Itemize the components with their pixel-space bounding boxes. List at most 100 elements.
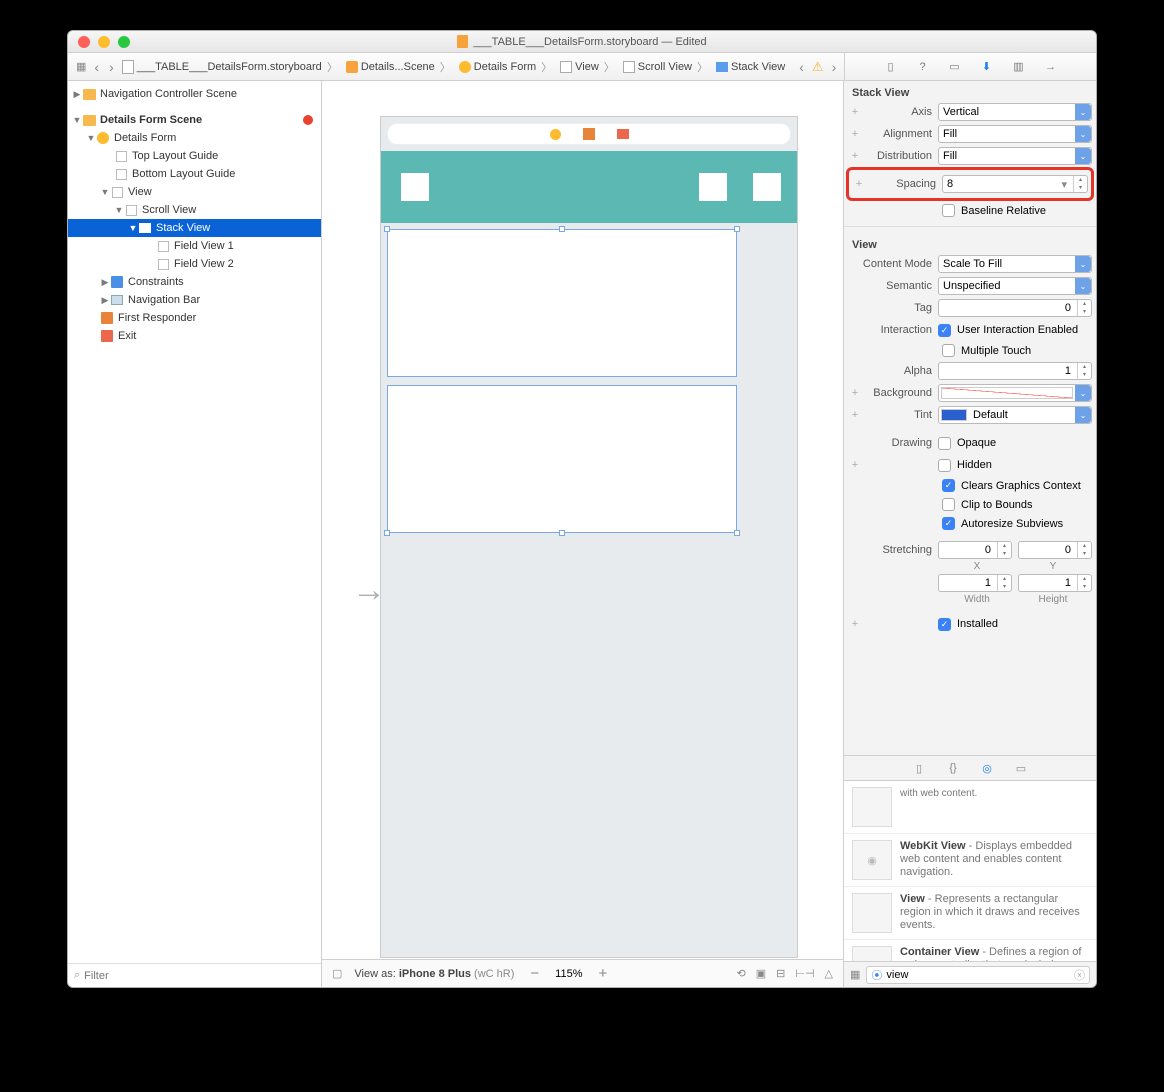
library-search-input[interactable] <box>886 969 1070 981</box>
object-library-list[interactable]: with web content. ◉WebKit View - Display… <box>844 781 1096 961</box>
issue-next[interactable]: › <box>830 59 839 75</box>
error-badge[interactable] <box>303 115 313 125</box>
add-variation[interactable]: + <box>848 106 862 118</box>
viewcontroller-icon[interactable] <box>550 129 561 140</box>
stretch-h-field[interactable]: 1▴▾ <box>1018 574 1092 592</box>
uie-checkbox[interactable]: ✓ <box>938 324 951 337</box>
field-view-1[interactable] <box>387 229 737 377</box>
pin-icon[interactable]: ⊢⊣ <box>795 967 814 980</box>
clears-graphics-checkbox[interactable]: ✓ <box>942 479 955 492</box>
resolve-issues-icon[interactable]: △ <box>825 967 833 980</box>
clear-search-icon[interactable]: ⓧ <box>1074 967 1085 983</box>
baseline-relative-checkbox[interactable] <box>942 204 955 217</box>
row-nav-scene[interactable]: ▶Navigation Controller Scene <box>68 85 321 103</box>
file-template-library-icon[interactable]: ▯ <box>911 760 927 776</box>
add-variation[interactable]: + <box>848 128 862 140</box>
row-constraints[interactable]: ▶Constraints <box>68 273 321 291</box>
identity-inspector-icon[interactable]: ▭ <box>947 59 963 75</box>
device-config-icon[interactable]: ▢ <box>332 967 342 980</box>
distribution-select[interactable]: Fill⌄ <box>938 147 1092 165</box>
size-inspector-icon[interactable]: ▥ <box>1011 59 1027 75</box>
clip-to-bounds-checkbox[interactable] <box>942 498 955 511</box>
segue-arrow-icon[interactable]: → <box>352 571 386 610</box>
background-color-well[interactable]: ⌄ <box>938 384 1092 402</box>
add-variation[interactable]: + <box>848 459 862 471</box>
add-variation[interactable]: + <box>852 178 866 190</box>
exit-icon[interactable] <box>617 129 629 139</box>
spacing-stepper[interactable]: ▴▾ <box>1073 176 1087 192</box>
tint-color-well[interactable]: Default⌄ <box>938 406 1092 424</box>
row-stack-view[interactable]: ▼Stack View <box>68 219 321 237</box>
outline-filter-input[interactable] <box>84 970 315 982</box>
filter-icon[interactable]: ⌕ <box>74 969 80 982</box>
crumb-view[interactable]: View〉 <box>560 59 617 75</box>
crumb-file[interactable]: ___TABLE___DetailsForm.storyboard〉 <box>122 59 340 75</box>
embed-in-icon[interactable]: ▣ <box>756 967 766 980</box>
scene-header-bar[interactable] <box>387 123 791 145</box>
zoom-out-button[interactable]: − <box>526 965 543 982</box>
header-view[interactable] <box>381 151 797 223</box>
library-search[interactable]: ⦿ ⓧ <box>866 966 1090 984</box>
stretch-y-field[interactable]: 0▴▾ <box>1018 541 1092 559</box>
zoom-in-button[interactable]: + <box>594 965 611 982</box>
spacing-field[interactable]: 8▾▴▾ <box>942 175 1088 193</box>
alpha-stepper[interactable]: ▴▾ <box>1077 363 1091 379</box>
align-icon[interactable]: ⊟ <box>776 967 785 980</box>
code-snippet-library-icon[interactable]: {} <box>945 760 961 776</box>
row-bottom-guide[interactable]: Bottom Layout Guide <box>68 165 321 183</box>
row-top-guide[interactable]: Top Layout Guide <box>68 147 321 165</box>
outline-tree[interactable]: ▶Navigation Controller Scene ▼Details Fo… <box>68 81 321 963</box>
alpha-field[interactable]: 1▴▾ <box>938 362 1092 380</box>
header-placeholder-1[interactable] <box>401 173 429 201</box>
semantic-select[interactable]: Unspecified⌄ <box>938 277 1092 295</box>
view-as-label[interactable]: View as: iPhone 8 Plus (wC hR) <box>354 968 514 980</box>
library-grid-icon[interactable]: ▦ <box>850 968 860 981</box>
row-view[interactable]: ▼View <box>68 183 321 201</box>
stretch-w-field[interactable]: 1▴▾ <box>938 574 1012 592</box>
row-first-responder[interactable]: First Responder <box>68 309 321 327</box>
add-variation[interactable]: + <box>848 409 862 421</box>
add-variation[interactable]: + <box>848 387 862 399</box>
crumb-scroll[interactable]: Scroll View〉 <box>623 59 710 75</box>
zoom-level[interactable]: 115% <box>555 968 582 980</box>
crumb-stack[interactable]: Stack View <box>716 61 785 73</box>
object-library-icon[interactable]: ◎ <box>979 760 995 776</box>
content-mode-select[interactable]: Scale To Fill⌄ <box>938 255 1092 273</box>
canvas-viewport[interactable]: → <box>322 81 843 959</box>
row-nav-bar[interactable]: ▶Navigation Bar <box>68 291 321 309</box>
crumb-vc[interactable]: Details Form〉 <box>459 59 554 75</box>
scene-preview[interactable] <box>380 116 798 958</box>
add-variation[interactable]: + <box>848 150 862 162</box>
library-item-container-view[interactable]: ▣Container View - Defines a region of a … <box>844 940 1096 961</box>
autoresize-subviews-checkbox[interactable]: ✓ <box>942 517 955 530</box>
header-placeholder-3[interactable] <box>753 173 781 201</box>
media-library-icon[interactable]: ▭ <box>1013 760 1029 776</box>
multiple-touch-checkbox[interactable] <box>942 344 955 357</box>
tag-stepper[interactable]: ▴▾ <box>1077 300 1091 316</box>
back-button[interactable]: ‹ <box>92 59 101 75</box>
issue-prev[interactable]: ‹ <box>797 59 806 75</box>
stretch-x-field[interactable]: 0▴▾ <box>938 541 1012 559</box>
hidden-checkbox[interactable] <box>938 459 951 472</box>
file-inspector-icon[interactable]: ▯ <box>883 59 899 75</box>
header-placeholder-2[interactable] <box>699 173 727 201</box>
help-inspector-icon[interactable]: ? <box>915 59 931 75</box>
connections-inspector-icon[interactable]: → <box>1043 59 1059 75</box>
update-frames-icon[interactable]: ⟲ <box>737 967 746 980</box>
row-exit[interactable]: Exit <box>68 327 321 345</box>
installed-checkbox[interactable]: ✓ <box>938 618 951 631</box>
attributes-inspector-icon[interactable]: ⬇ <box>979 59 995 75</box>
row-details-form[interactable]: ▼Details Form <box>68 129 321 147</box>
crumb-scene[interactable]: Details...Scene〉 <box>346 59 453 75</box>
forward-button[interactable]: › <box>107 59 116 75</box>
row-field-view-1[interactable]: Field View 1 <box>68 237 321 255</box>
related-items-icon[interactable]: ▦ <box>76 60 86 73</box>
first-responder-icon[interactable] <box>583 128 595 140</box>
row-details-scene[interactable]: ▼Details Form Scene <box>68 111 321 129</box>
row-field-view-2[interactable]: Field View 2 <box>68 255 321 273</box>
axis-select[interactable]: Vertical⌄ <box>938 103 1092 121</box>
alignment-select[interactable]: Fill⌄ <box>938 125 1092 143</box>
add-variation[interactable]: + <box>848 618 862 630</box>
row-scroll-view[interactable]: ▼Scroll View <box>68 201 321 219</box>
field-view-2[interactable] <box>387 385 737 533</box>
